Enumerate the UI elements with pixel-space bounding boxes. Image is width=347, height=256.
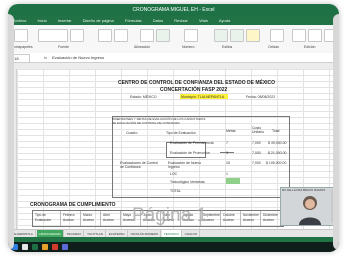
table-row: Evaluación de Promoción [170, 151, 210, 155]
fill-color-icon[interactable] [114, 29, 128, 42]
cronograma-header: Tipo de Evaluación [33, 211, 61, 226]
font-family-select[interactable] [38, 29, 68, 42]
group-label: Edición [304, 45, 316, 49]
tab-formulas[interactable]: Fórmulas [120, 16, 147, 25]
folder-icon[interactable] [42, 244, 48, 250]
browser-icon[interactable] [52, 244, 58, 250]
cronograma-title: CRONOGRAMA DE CUMPLIMIENTO [30, 202, 116, 208]
table-cell: $ 21,000.00 [268, 151, 287, 155]
table-cell: 15 [226, 161, 230, 165]
col-header: Cuadro [126, 131, 138, 135]
col-header: Costo Unitario [252, 126, 265, 134]
wrap-text-icon[interactable] [156, 29, 170, 42]
highlighted-cell [226, 178, 240, 184]
tab-revisar[interactable]: Revisar [169, 16, 193, 25]
format-table-icon[interactable] [230, 29, 244, 42]
ribbon-toolbar: Portapapeles Fuente Alineación Número Es… [8, 25, 339, 54]
conditional-format-icon[interactable] [214, 29, 228, 42]
table-cell: 1 [226, 172, 228, 176]
teams-icon[interactable] [62, 244, 68, 250]
table-row: TOTAL [170, 189, 181, 193]
taskbar [8, 242, 339, 252]
tab-insertar[interactable]: Insertar [53, 16, 77, 25]
estado-label: Estado: MÉXICO [130, 95, 157, 99]
group-label: Fuente [58, 45, 69, 49]
table-row: Evaluación de Permanencia [170, 141, 214, 145]
font-size-select[interactable] [70, 29, 84, 42]
align-icon[interactable] [140, 29, 154, 42]
group-label: Número [182, 45, 195, 49]
group-label: Estilos [222, 45, 233, 49]
table-cell: 7,000 [252, 161, 261, 165]
insert-cells-icon[interactable] [270, 29, 284, 42]
col-header: Total [272, 129, 280, 133]
tab-inicio[interactable]: Inicio [32, 16, 51, 25]
video-label: RC DE LA PAZ BRAVO RAMOS [282, 188, 326, 192]
tab-diseno[interactable]: Diseño de página [78, 16, 119, 25]
table-cell: 7 [226, 141, 228, 145]
table-cell: $ 105,000.00 [266, 161, 287, 165]
cronograma-header: Febrero Acceso [61, 211, 81, 226]
sheet-subtitle: CONCERTACIÓN FASP 2022 [160, 87, 228, 93]
autosum-icon[interactable] [292, 29, 306, 42]
group-label: Portapapeles [12, 45, 33, 49]
bold-icon[interactable] [98, 29, 112, 42]
group-label: Alineación [134, 45, 151, 49]
table-row: LOC [170, 172, 178, 176]
table-cell: 3 [226, 151, 228, 155]
search-icon[interactable] [22, 244, 28, 250]
formula-input[interactable]: Evaluación de Nuevo Ingreso [52, 53, 104, 62]
window-title: CRONOGRAMA MIGUEL EH - Excel [8, 4, 339, 16]
right-edge [333, 14, 339, 250]
table-cell: 7,000 [252, 151, 261, 155]
cronograma-header: Noviembre Acceso [241, 211, 261, 226]
formula-bar: I18 fx Evaluación de Nuevo Ingreso [8, 53, 339, 63]
col-header: Tipo de Evaluación [166, 131, 196, 135]
page-watermark: Página 1 [132, 205, 208, 226]
col-header: Metas [226, 129, 236, 133]
tab-datos[interactable]: Datos [148, 16, 168, 25]
sort-filter-icon[interactable] [308, 29, 322, 42]
table-caption: DIMENSIONES Y METAS DE EVALUACIÓN DE LOS… [112, 117, 206, 125]
number-format-select[interactable] [184, 29, 198, 42]
fx-icon: fx [44, 55, 48, 60]
sheet-title: CENTRO DE CONTROL DE CONFIANZA DEL ESTAD… [118, 80, 276, 86]
paste-icon[interactable] [14, 29, 28, 42]
group-label: Celdas [268, 45, 279, 49]
video-overlay[interactable] [280, 187, 339, 226]
cronograma-header: Octubre Acceso [221, 211, 241, 226]
municipio-label: Municipio: TLALNEPANTLA [181, 95, 225, 99]
left-edge [8, 14, 14, 250]
table-cell: $ 49,000.00 [268, 141, 287, 145]
table-row: Toxicológico Ventanas [170, 180, 205, 184]
app-window: CRONOGRAMA MIGUEL EH - Excel Archivo Ini… [8, 4, 339, 252]
table-cell: 7,000 [252, 141, 261, 145]
cronograma-header: Abril Acceso [101, 211, 121, 226]
row-group-label: Evaluaciones de Control de Confianza [120, 161, 158, 169]
tab-vista[interactable]: Vista [194, 16, 213, 25]
ribbon-tabs: Archivo Inicio Insertar Diseño de página… [8, 16, 339, 25]
excel-icon[interactable] [32, 244, 38, 250]
cell-styles-icon[interactable] [246, 29, 260, 42]
table-row: Evaluación de Nuevo Ingreso [168, 161, 202, 169]
tab-ayuda[interactable]: Ayuda [214, 16, 235, 25]
fecha-label: Fecha: 08/08/2022 [246, 95, 276, 99]
person-icon [299, 190, 337, 225]
cronograma-header: Marzo Acceso [81, 211, 101, 226]
